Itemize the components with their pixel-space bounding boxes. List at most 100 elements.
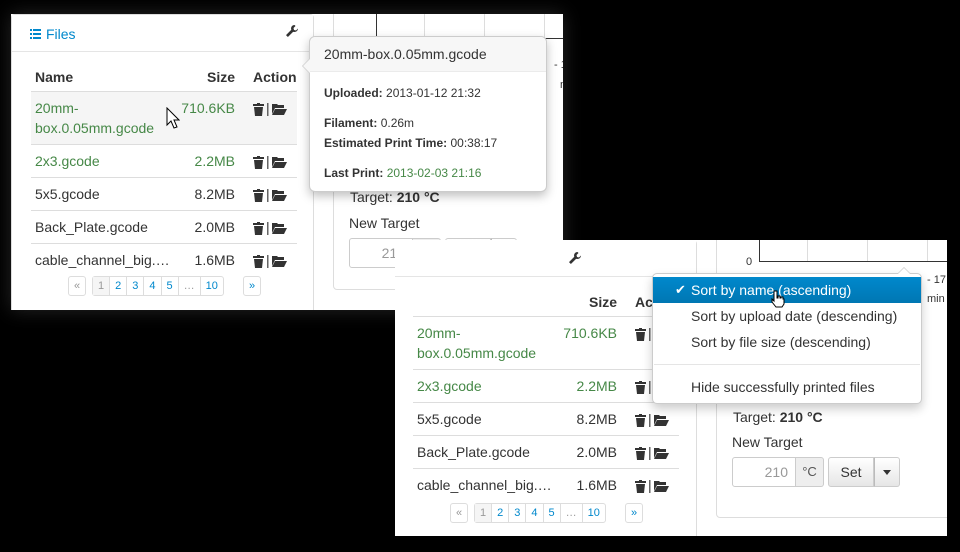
trash-icon[interactable] — [253, 221, 264, 235]
uploaded-row: Uploaded: 2013-01-12 21:32 — [324, 86, 481, 100]
action-separator: | — [648, 477, 652, 493]
sort-by-upload-date-option[interactable]: Sort by upload date (descending) — [653, 303, 921, 329]
file-name[interactable]: cable_channel_big.… — [31, 244, 175, 277]
wrench-icon[interactable] — [285, 24, 299, 38]
chart-gridline — [807, 240, 808, 261]
action-separator: | — [266, 153, 270, 169]
new-target-label: New Target — [349, 215, 420, 231]
page-link[interactable]: 4 — [525, 504, 542, 522]
table-row[interactable]: 20mm-box.0.05mm.gcode 710.6KB | — [413, 316, 679, 370]
trash-icon[interactable] — [253, 188, 264, 202]
action-separator: | — [648, 444, 652, 460]
files-title-text: Files — [46, 26, 76, 42]
table-row[interactable]: Back_Plate.gcode 2.0MB | — [31, 210, 297, 244]
file-name[interactable]: 2x3.gcode — [31, 144, 175, 178]
files-panel-header: Files — [12, 15, 313, 52]
page-link[interactable]: 2 — [491, 504, 508, 522]
column-name[interactable]: Name — [31, 63, 175, 92]
column-name[interactable] — [413, 288, 557, 317]
page-link[interactable]: 1 — [475, 504, 492, 522]
trash-icon[interactable] — [635, 327, 646, 341]
column-action: Action — [243, 63, 297, 92]
files-table: Name Size Action 20mm-box.0.05mm.gcode 7… — [31, 63, 297, 276]
table-row[interactable]: 2x3.gcode 2.2MB | — [31, 144, 297, 178]
trash-icon[interactable] — [253, 254, 264, 268]
file-name[interactable]: 5x5.gcode — [413, 402, 557, 436]
folder-open-icon[interactable] — [653, 480, 669, 493]
column-size[interactable]: Size — [175, 63, 243, 92]
sort-by-file-size-option[interactable]: Sort by file size (descending) — [653, 329, 921, 355]
file-actions: | — [243, 210, 297, 244]
table-row[interactable]: Back_Plate.gcode 2.0MB | — [413, 435, 679, 469]
trash-icon[interactable] — [253, 155, 264, 169]
page-link[interactable]: 3 — [508, 504, 525, 522]
pagination-prev[interactable]: « — [68, 276, 87, 296]
action-separator: | — [648, 411, 652, 427]
sort-by-name-option[interactable]: ✔ Sort by name (ascending) — [653, 277, 921, 303]
file-name[interactable]: Back_Plate.gcode — [413, 435, 557, 469]
folder-open-icon[interactable] — [271, 156, 287, 169]
pagination-next[interactable]: » — [243, 276, 262, 296]
folder-open-icon[interactable] — [271, 255, 287, 268]
list-icon — [30, 29, 41, 39]
file-actions: | — [625, 435, 679, 469]
file-name[interactable]: 20mm-box.0.05mm.gcode — [413, 316, 557, 370]
table-row[interactable]: 20mm-box.0.05mm.gcode 710.6KB | — [31, 91, 297, 145]
target-temperature-input[interactable]: 210 — [732, 457, 796, 487]
hide-printed-files-option[interactable]: Hide successfully printed files — [653, 374, 921, 400]
action-separator: | — [266, 219, 270, 235]
menu-divider — [654, 364, 920, 365]
pagination-next[interactable]: » — [625, 503, 644, 523]
page-link[interactable]: 10 — [199, 277, 223, 295]
table-row[interactable]: cable_channel_big.… 1.6MB | — [413, 469, 679, 502]
page-link[interactable]: 3 — [126, 277, 143, 295]
mouse-pointer-icon — [166, 107, 180, 129]
file-actions: | — [243, 244, 297, 277]
file-name[interactable]: 5x5.gcode — [31, 177, 175, 211]
page-link[interactable]: 4 — [143, 277, 160, 295]
table-row[interactable]: 5x5.gcode 8.2MB | — [31, 177, 297, 211]
file-name[interactable]: 2x3.gcode — [413, 369, 557, 403]
trash-icon[interactable] — [635, 446, 646, 460]
action-separator: | — [266, 100, 270, 116]
files-panel: Files Name Size Action 20mm-box.0.05mm.g… — [11, 14, 314, 310]
page-link[interactable]: 10 — [581, 504, 605, 522]
files-table: Size Action 20mm-box.0.05mm.gcode 710.6K… — [413, 288, 679, 501]
file-size: 8.2MB — [175, 177, 243, 211]
page-link[interactable]: 1 — [93, 277, 110, 295]
file-size: 2.2MB — [557, 369, 625, 403]
folder-open-icon[interactable] — [271, 222, 287, 235]
file-actions: | — [625, 402, 679, 436]
file-name[interactable]: Back_Plate.gcode — [31, 210, 175, 244]
page-link[interactable]: 2 — [109, 277, 126, 295]
trash-icon[interactable] — [635, 479, 646, 493]
trash-icon[interactable] — [635, 380, 646, 394]
folder-open-icon[interactable] — [653, 414, 669, 427]
action-separator: | — [266, 186, 270, 202]
page-link[interactable]: 5 — [160, 277, 178, 295]
wrench-icon[interactable] — [568, 251, 582, 265]
table-row[interactable]: 2x3.gcode 2.2MB | — [413, 369, 679, 403]
folder-open-icon[interactable] — [653, 447, 669, 460]
axis-tick-label: - 17 — [927, 274, 946, 286]
file-name[interactable]: 20mm-box.0.05mm.gcode — [31, 91, 175, 145]
axis-unit-label: min — [560, 79, 563, 91]
table-row[interactable]: 5x5.gcode 8.2MB | — [413, 402, 679, 436]
file-actions: | — [243, 177, 297, 211]
trash-icon[interactable] — [253, 102, 264, 116]
page-link[interactable]: 5 — [542, 504, 560, 522]
set-dropdown-toggle[interactable] — [874, 457, 900, 487]
set-button[interactable]: Set — [828, 457, 874, 487]
sort-dropdown-menu: ✔ Sort by name (ascending) Sort by upload… — [652, 267, 922, 404]
trash-icon[interactable] — [635, 413, 646, 427]
folder-open-icon[interactable] — [271, 189, 287, 202]
action-separator: | — [266, 252, 270, 268]
file-actions: | — [243, 144, 297, 178]
column-size[interactable]: Size — [557, 288, 625, 317]
file-name[interactable]: cable_channel_big.… — [413, 469, 557, 502]
table-row[interactable]: cable_channel_big.… 1.6MB | — [31, 244, 297, 277]
folder-open-icon[interactable] — [271, 103, 287, 116]
page-ellipsis: … — [559, 504, 582, 522]
pagination-prev[interactable]: « — [450, 503, 469, 523]
files-title-link[interactable]: Files — [30, 26, 76, 42]
